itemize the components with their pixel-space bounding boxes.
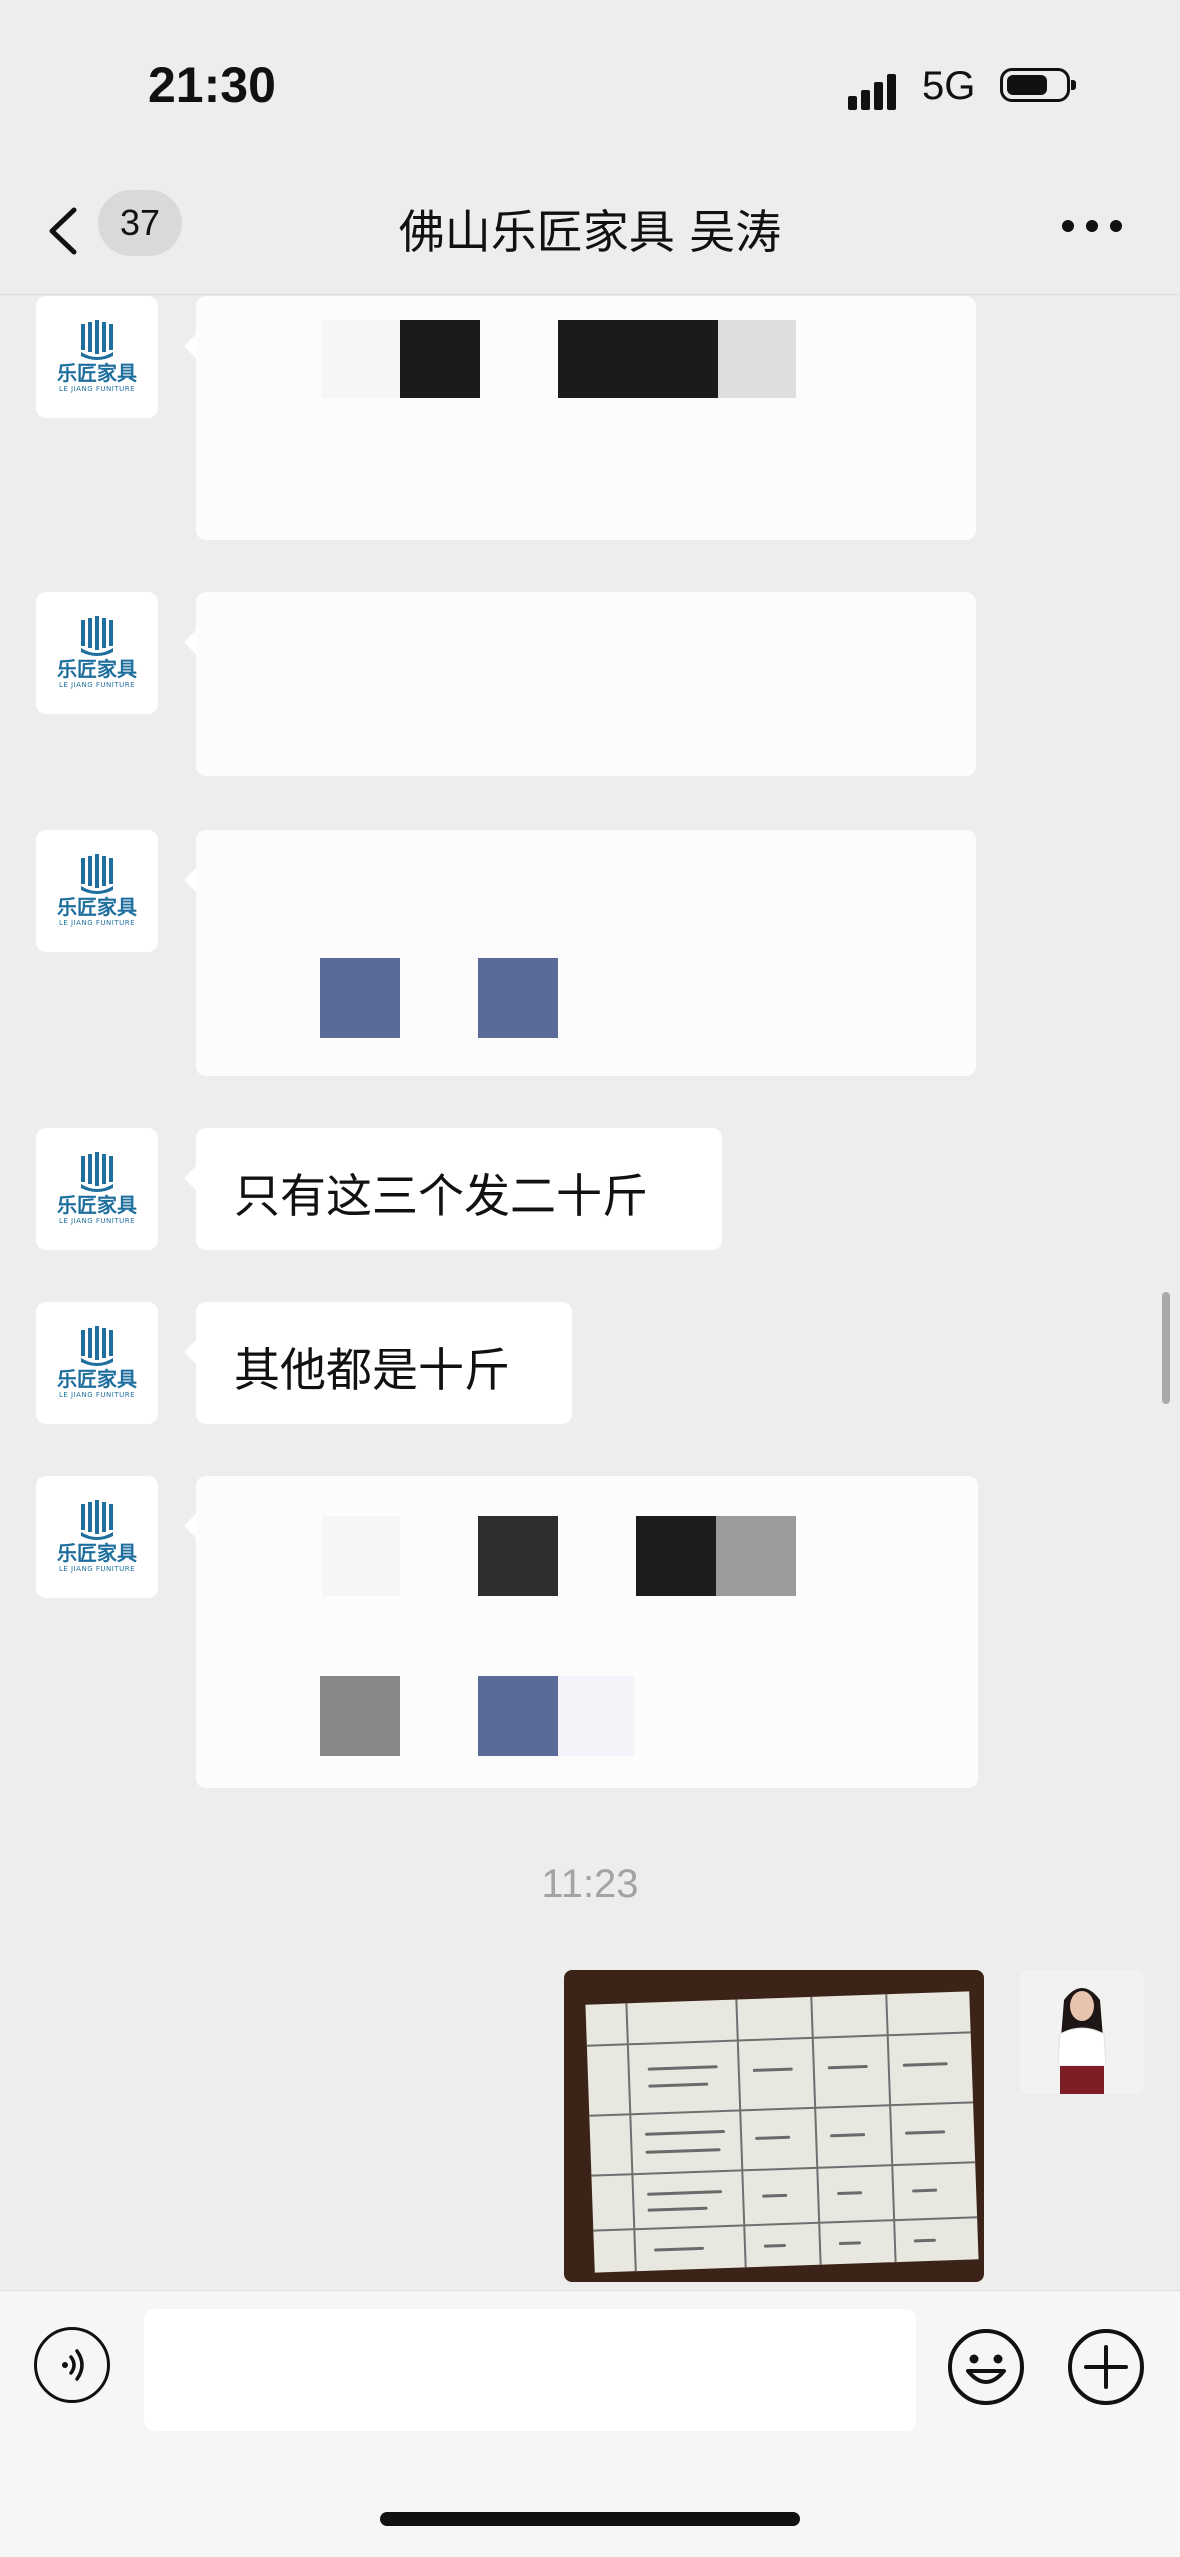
handwritten-table-image [585,1991,979,2273]
message-bubble[interactable]: 其他都是十斤 [184,1302,572,1424]
message-bubble-blurred[interactable] [184,830,976,1076]
logo-icon [81,854,113,894]
status-time: 21:30 [148,57,276,113]
chat-scrollbar[interactable] [1162,1292,1170,1404]
logo-subtext: LE JIANG FUNITURE [59,919,135,927]
battery-icon [1000,68,1076,102]
logo-text: 乐匠家具 [57,657,137,681]
message-timestamp: 11:23 [541,1862,639,1906]
message-bubble[interactable]: 只有这三个发二十斤 [184,1128,722,1250]
logo-icon [81,616,113,656]
message-input[interactable] [144,2309,916,2431]
chat-title[interactable]: 佛山乐匠家具 吴涛 [0,196,1180,262]
logo-text: 乐匠家具 [57,1367,137,1391]
network-type: 5G [922,64,976,108]
home-indicator[interactable] [380,2512,800,2526]
logo-text: 乐匠家具 [57,1193,137,1217]
message-text: 只有这三个发二十斤 [234,1169,648,1223]
logo-icon [81,320,113,360]
message-text: 其他都是十斤 [234,1343,510,1397]
logo-text: 乐匠家具 [57,1541,137,1565]
signal-icon [848,70,908,110]
logo-subtext: LE JIANG FUNITURE [59,1391,135,1399]
status-bar: 21:30 5G [0,0,1180,170]
plus-icon[interactable] [1066,2327,1146,2407]
contact-avatar[interactable]: 乐匠家具 LE JIANG FUNITURE [36,592,158,714]
logo-subtext: LE JIANG FUNITURE [59,1565,135,1573]
contact-avatar[interactable]: 乐匠家具 LE JIANG FUNITURE [36,1128,158,1250]
logo-icon [81,1326,113,1366]
logo-icon [81,1500,113,1540]
more-icon[interactable] [1062,220,1122,234]
logo-subtext: LE JIANG FUNITURE [59,681,135,689]
contact-avatar[interactable]: 乐匠家具 LE JIANG FUNITURE [36,296,158,418]
message-bubble-blurred[interactable] [184,1476,978,1788]
logo-subtext: LE JIANG FUNITURE [59,1217,135,1225]
contact-avatar[interactable]: 乐匠家具 LE JIANG FUNITURE [36,1302,158,1424]
logo-subtext: LE JIANG FUNITURE [59,385,135,393]
voice-icon[interactable] [34,2327,110,2403]
contact-avatar[interactable]: 乐匠家具 LE JIANG FUNITURE [36,830,158,952]
logo-icon [81,1152,113,1192]
sent-photo-message[interactable] [564,1970,984,2282]
logo-text: 乐匠家具 [57,895,137,919]
emoji-icon[interactable] [946,2327,1026,2407]
user-avatar[interactable] [1020,1970,1144,2094]
contact-avatar[interactable]: 乐匠家具 LE JIANG FUNITURE [36,1476,158,1598]
message-bubble-blurred[interactable] [184,592,976,776]
logo-text: 乐匠家具 [57,361,137,385]
user-avatar-image [1020,1970,1144,2094]
message-bubble-blurred[interactable] [184,296,976,540]
